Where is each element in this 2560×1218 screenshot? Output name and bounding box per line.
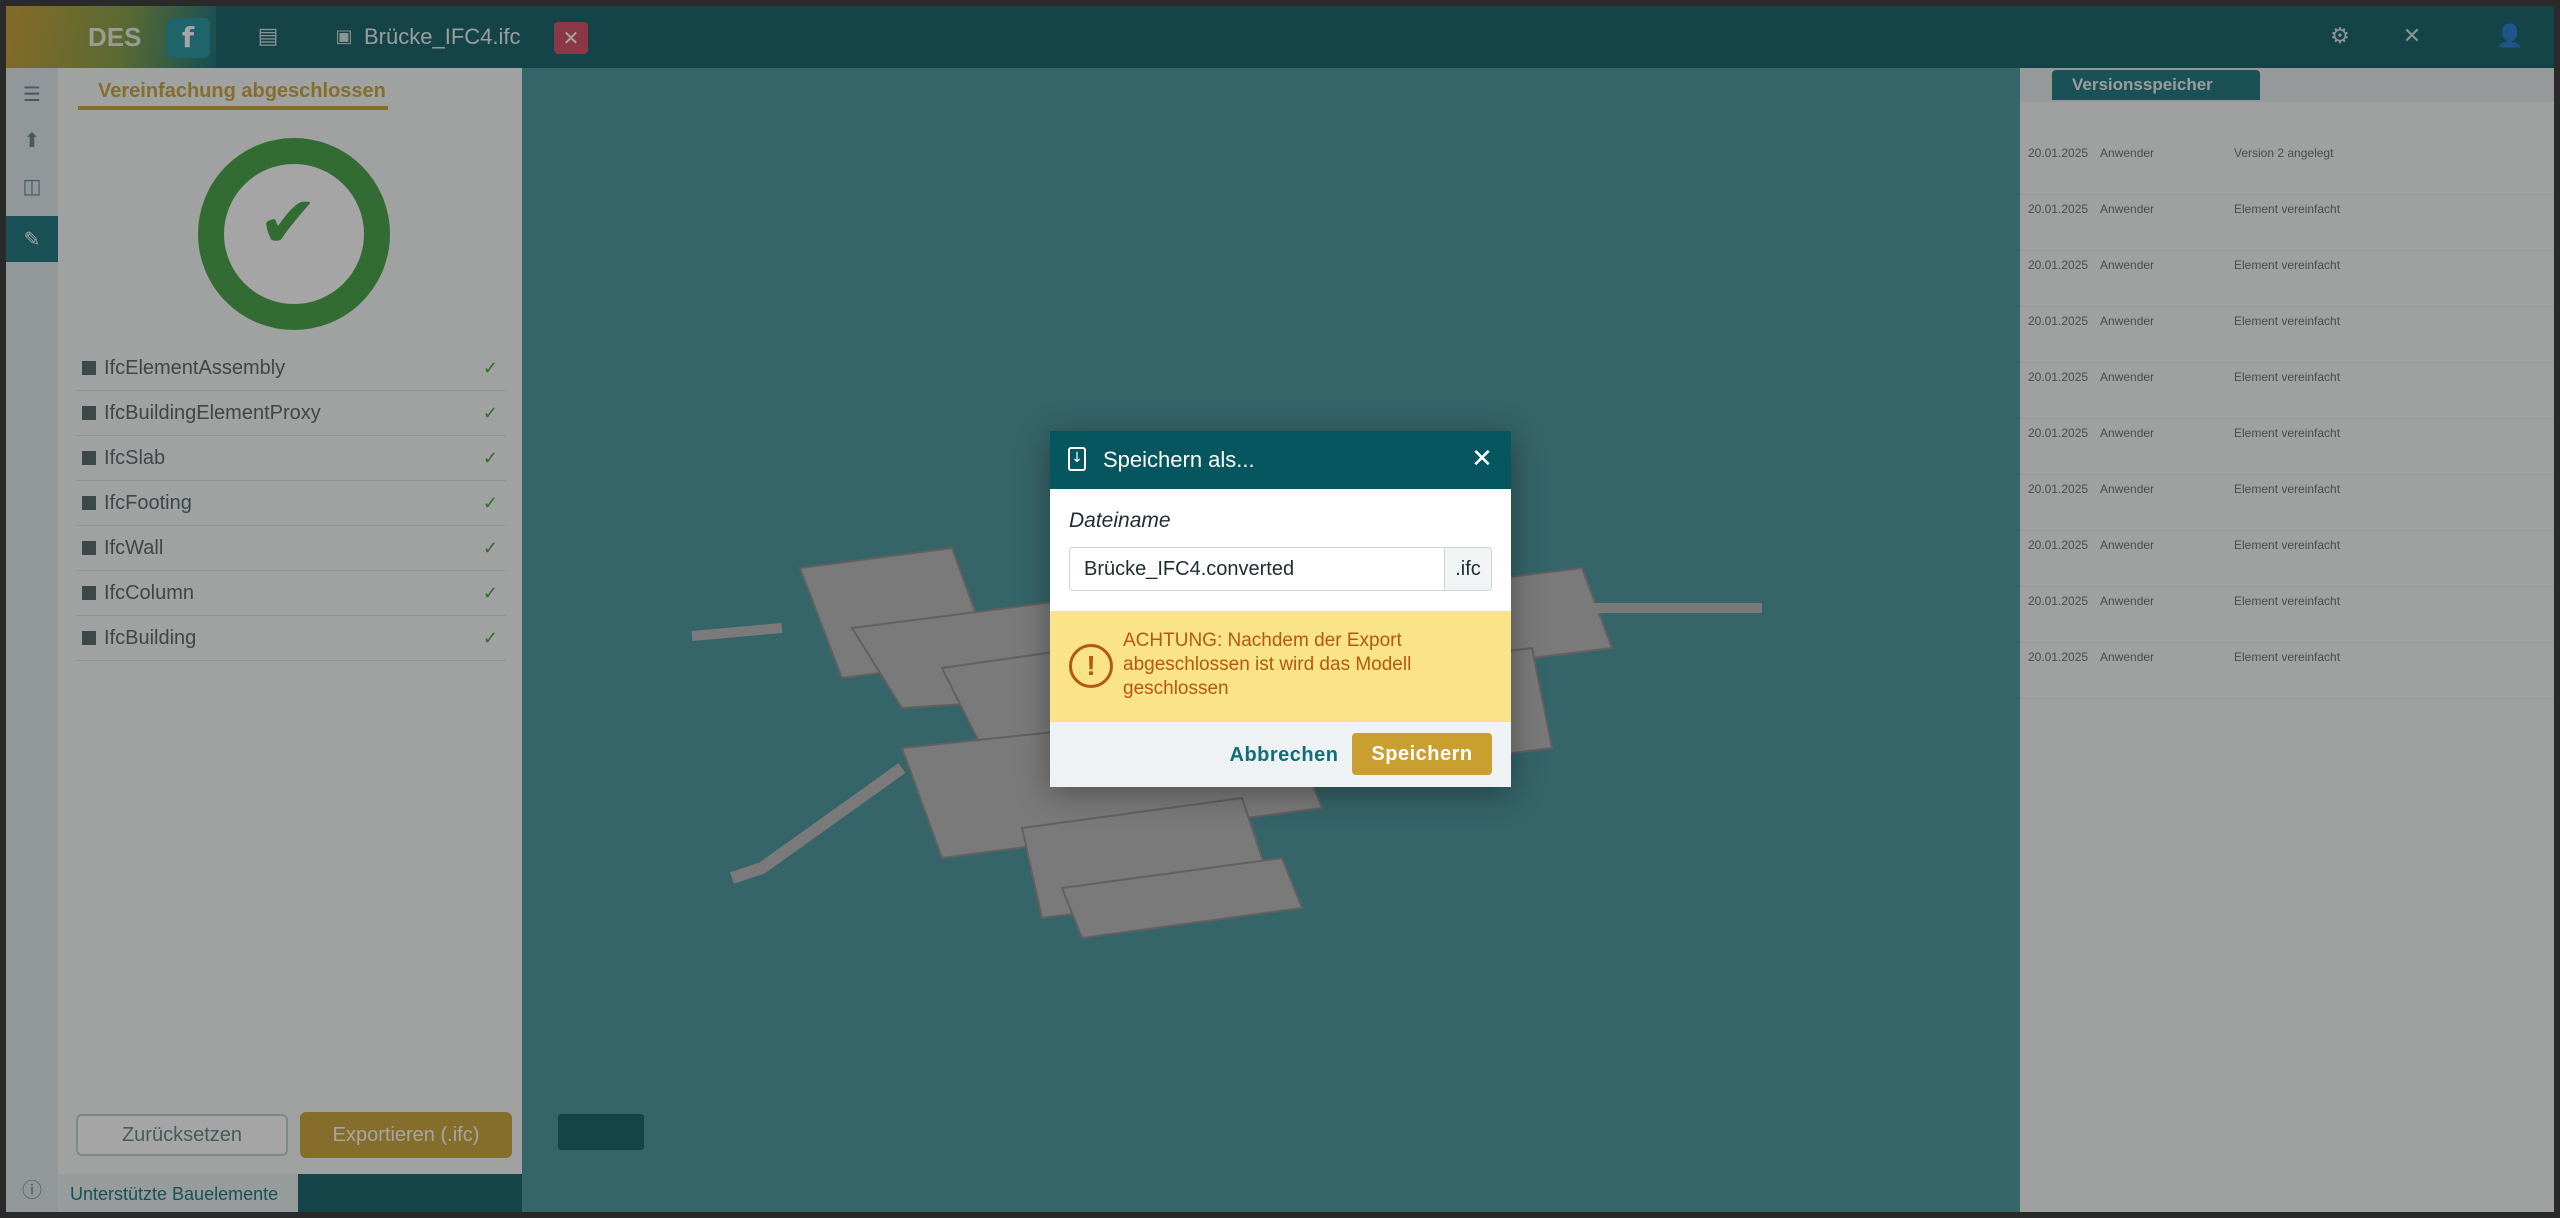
dialog-header: ↓ Speichern als... ✕ [1050, 431, 1511, 489]
save-as-dialog: ↓ Speichern als... ✕ Dateiname .ifc ! AC… [1050, 431, 1511, 787]
filename-label: Dateiname [1069, 509, 1171, 532]
warning-banner: ! ACHTUNG: Nachdem der Export abgeschlos… [1050, 611, 1511, 722]
cancel-button[interactable]: Abbrechen [1200, 737, 1368, 773]
filename-input[interactable] [1069, 547, 1445, 591]
dialog-footer: Abbrechen Speichern [1050, 722, 1511, 787]
close-icon[interactable]: ✕ [1466, 443, 1498, 475]
dialog-title: Speichern als... [1103, 447, 1255, 472]
save-button[interactable]: Speichern [1352, 733, 1492, 775]
warning-text: ACHTUNG: Nachdem der Export abgeschlosse… [1123, 630, 1412, 699]
file-extension: .ifc [1444, 547, 1492, 591]
exclamation-icon: ! [1069, 644, 1113, 688]
file-download-icon: ↓ [1068, 447, 1086, 471]
